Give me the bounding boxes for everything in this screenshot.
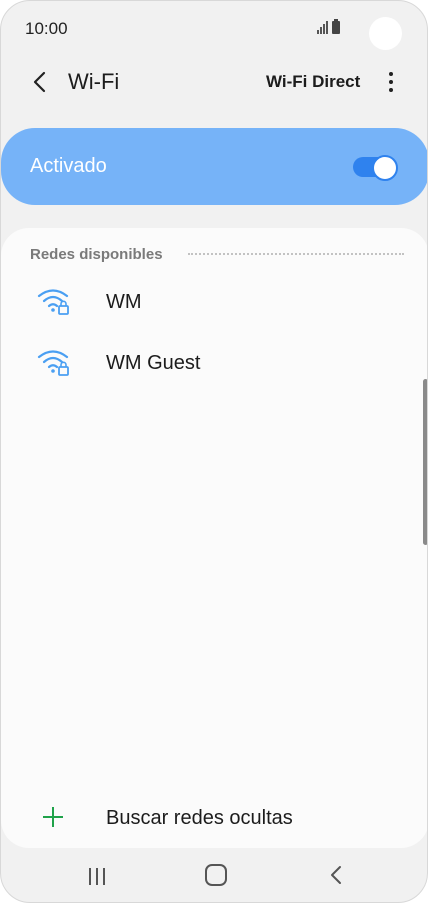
- network-item-wm[interactable]: WM: [1, 273, 427, 333]
- plus-icon: [42, 806, 64, 828]
- status-icons: [317, 19, 340, 34]
- switch-thumb: [372, 155, 398, 181]
- add-hidden-network-button[interactable]: Buscar redes ocultas: [1, 796, 427, 840]
- navigation-bar: [1, 849, 427, 902]
- wifi-switch[interactable]: [353, 154, 398, 181]
- battery-icon: [332, 19, 340, 34]
- home-icon: [205, 864, 227, 886]
- add-hidden-network-label: Buscar redes ocultas: [106, 807, 293, 829]
- recent-apps-button[interactable]: [84, 866, 110, 886]
- wifi-toggle-card[interactable]: Activado: [1, 128, 427, 205]
- status-bar: 10:00: [1, 1, 427, 59]
- page-title: Wi-Fi: [68, 69, 120, 94]
- signal-icon: [317, 21, 328, 34]
- section-header: Redes disponibles: [30, 246, 163, 263]
- network-name: WM: [106, 291, 142, 313]
- back-button[interactable]: [23, 65, 57, 99]
- camera-cutout: [369, 17, 402, 50]
- home-button[interactable]: [205, 864, 227, 886]
- status-time: 10:00: [25, 19, 68, 38]
- back-icon: [331, 866, 341, 884]
- header: Wi-Fi Wi-Fi Direct: [1, 59, 427, 105]
- network-item-wm-guest[interactable]: WM Guest: [1, 334, 427, 394]
- phone-screen: 10:00 Wi-Fi Wi-Fi Direct Activado Redes …: [0, 0, 428, 903]
- network-name: WM Guest: [106, 352, 201, 374]
- wifi-locked-icon: [37, 289, 69, 315]
- more-options-button[interactable]: [379, 67, 403, 97]
- networks-card: Redes disponibles WM WM Guest Buscar red…: [1, 228, 427, 848]
- scrollbar[interactable]: [423, 379, 427, 545]
- wifi-toggle-label: Activado: [30, 155, 107, 177]
- recent-apps-icon: [89, 867, 91, 885]
- chevron-left-icon: [33, 71, 46, 93]
- nav-back-button[interactable]: [325, 864, 347, 886]
- wifi-direct-button[interactable]: Wi-Fi Direct: [266, 72, 360, 92]
- section-divider: [188, 253, 404, 255]
- more-vert-icon: [389, 72, 393, 76]
- wifi-locked-icon: [37, 350, 69, 376]
